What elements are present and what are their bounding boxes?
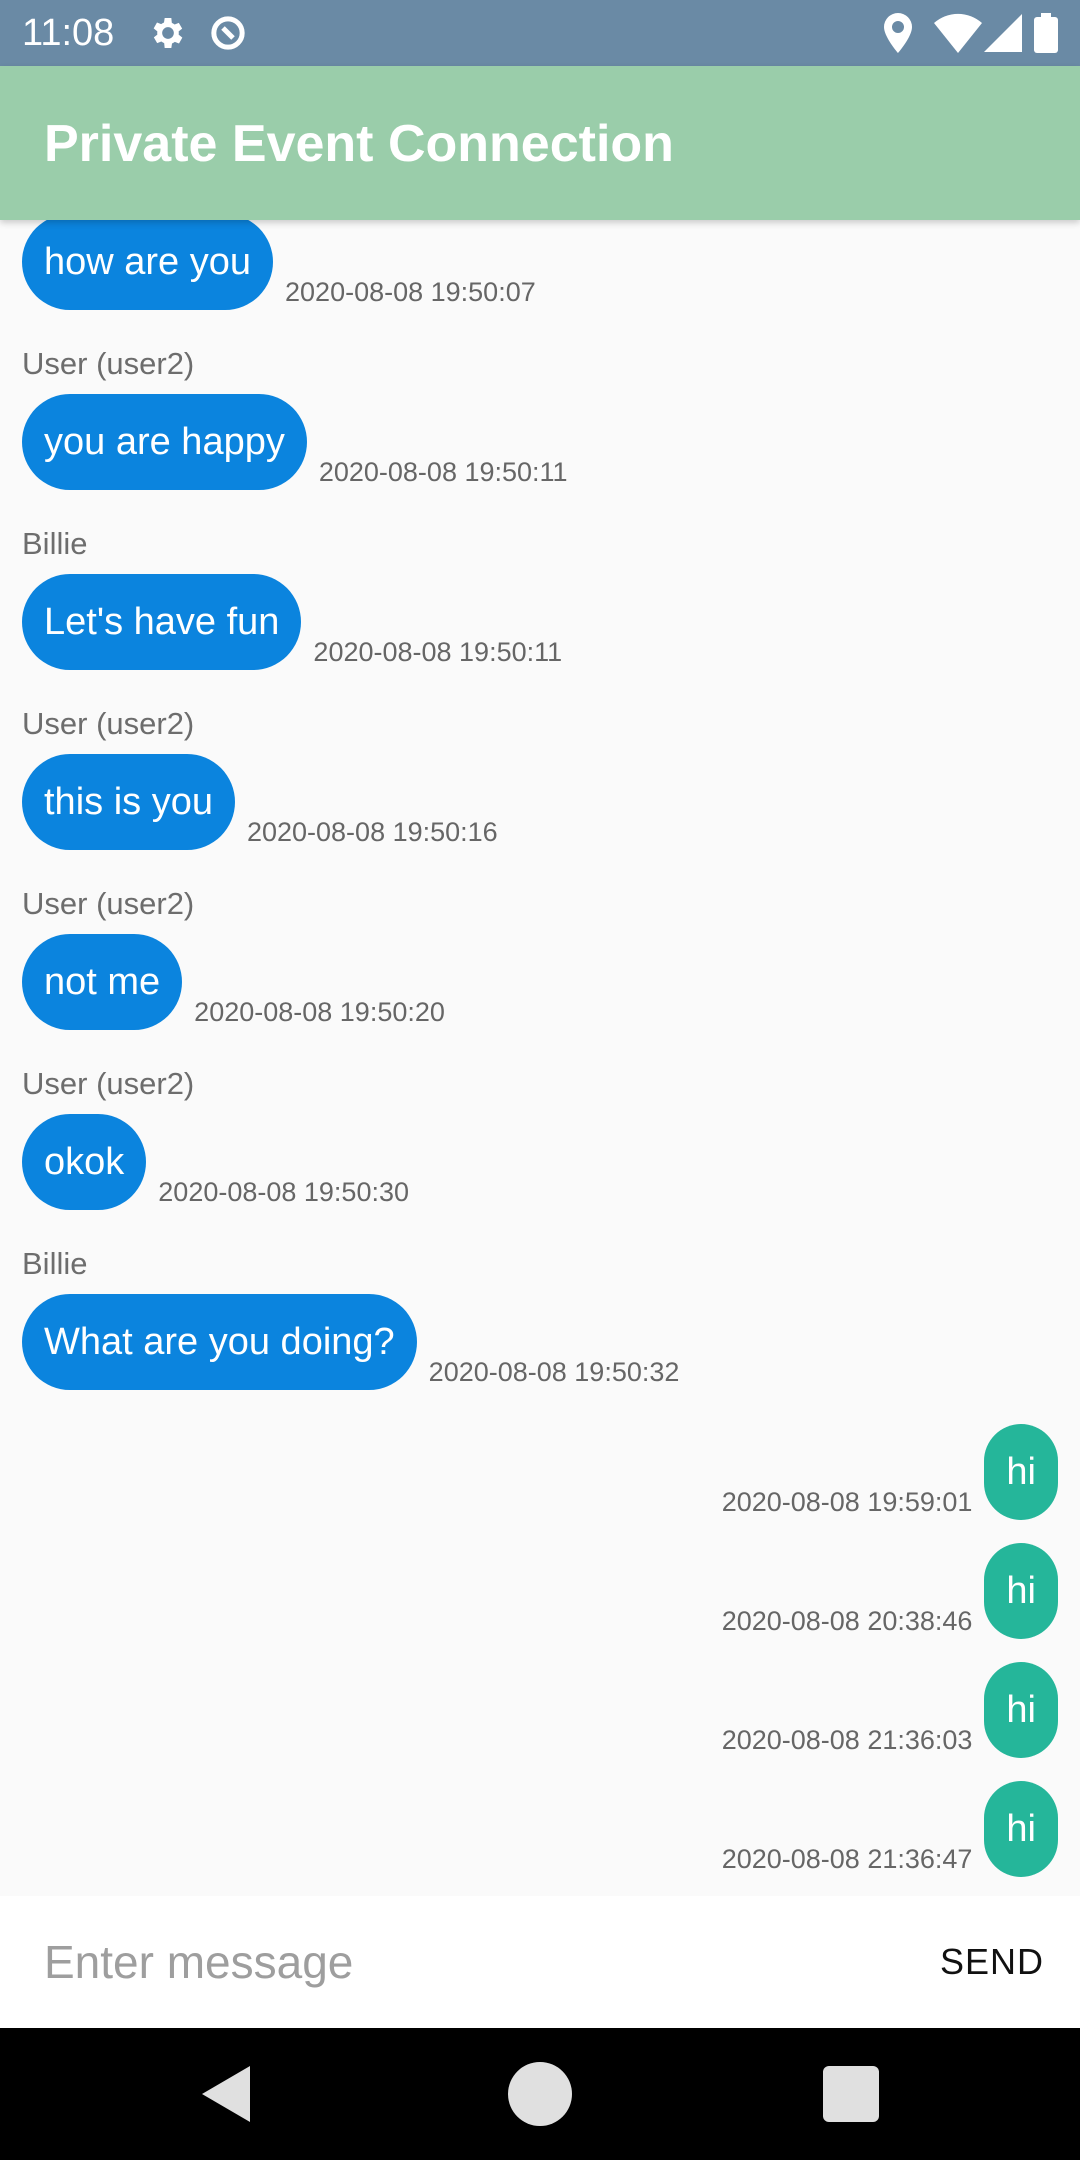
message-timestamp: 2020-08-08 20:38:46: [721, 1606, 973, 1636]
sender-name: User (user2): [22, 346, 195, 381]
recents-icon[interactable]: [815, 2058, 887, 2130]
message-bubble[interactable]: hi: [984, 1543, 1058, 1639]
incoming-message: User (user2) not me 2020-08-08 19:50:20: [0, 884, 1080, 1030]
sender-name: Billie: [22, 526, 88, 561]
message-timestamp: 2020-08-08 19:50:32: [428, 1357, 680, 1387]
incoming-message: how are you 2020-08-08 19:50:07: [0, 220, 1080, 310]
message-timestamp: 2020-08-08 19:50:30: [158, 1177, 409, 1207]
message-timestamp: 2020-08-08 21:36:03: [721, 1725, 973, 1755]
sender-name: User (user2): [22, 886, 195, 921]
status-bar: 11:08: [0, 0, 1080, 66]
page-title: Private Event Connection: [44, 115, 674, 173]
back-icon[interactable]: [190, 2058, 262, 2130]
sender-name: Billie: [22, 1246, 88, 1281]
sender-name: User (user2): [22, 706, 195, 741]
system-nav-bar: [0, 2028, 1080, 2160]
message-timestamp: 2020-08-08 19:50:07: [285, 277, 536, 307]
incoming-message: User (user2) you are happy 2020-08-08 19…: [0, 344, 1080, 490]
location-icon: [884, 13, 912, 53]
message-timestamp: 2020-08-08 19:50:16: [246, 817, 498, 847]
message-input[interactable]: [44, 1926, 864, 1998]
message-bubble[interactable]: hi: [984, 1424, 1058, 1520]
battery-icon: [1034, 13, 1058, 53]
message-bubble[interactable]: hi: [984, 1781, 1058, 1877]
gear-icon: [153, 18, 183, 48]
incoming-message: User (user2) okok 2020-08-08 19:50:30: [0, 1064, 1080, 1210]
message-bubble[interactable]: Let's have fun: [22, 574, 302, 670]
message-bubble[interactable]: okok: [22, 1114, 147, 1210]
incoming-message: Billie Let's have fun 2020-08-08 19:50:1…: [0, 524, 1080, 670]
message-timestamp: 2020-08-08 19:50:20: [194, 997, 445, 1027]
message-bubble[interactable]: how are you: [22, 220, 274, 310]
data-saver-icon: [211, 16, 245, 50]
outgoing-message: 2020-08-08 19:59:01 hi: [0, 1424, 1080, 1520]
message-bubble[interactable]: this is you: [22, 754, 235, 850]
chat-message-list[interactable]: how are you 2020-08-08 19:50:07 User (us…: [0, 220, 1080, 1896]
outgoing-message: 2020-08-08 20:38:46 hi: [0, 1543, 1080, 1639]
message-composer: SEND: [0, 1896, 1080, 2028]
home-icon[interactable]: [504, 2058, 576, 2130]
message-bubble[interactable]: you are happy: [22, 394, 307, 490]
incoming-message: User (user2) this is you 2020-08-08 19:5…: [0, 704, 1080, 850]
sender-name: User (user2): [22, 1066, 195, 1101]
app-bar: Private Event Connection: [0, 66, 1080, 220]
message-bubble[interactable]: not me: [22, 934, 183, 1030]
outgoing-message: 2020-08-08 21:36:47 hi: [0, 1781, 1080, 1877]
message-bubble[interactable]: What are you doing?: [22, 1294, 417, 1390]
send-button[interactable]: SEND: [940, 1930, 1044, 1994]
incoming-message: Billie What are you doing? 2020-08-08 19…: [0, 1244, 1080, 1390]
signal-icon: [984, 14, 1022, 52]
message-timestamp: 2020-08-08 19:50:11: [313, 637, 563, 667]
message-bubble[interactable]: hi: [984, 1662, 1058, 1758]
outgoing-message: 2020-08-08 21:36:03 hi: [0, 1662, 1080, 1758]
message-timestamp: 2020-08-08 19:50:11: [318, 457, 568, 487]
message-timestamp: 2020-08-08 21:36:47: [721, 1844, 973, 1874]
message-timestamp: 2020-08-08 19:59:01: [721, 1487, 973, 1517]
wifi-icon: [934, 13, 982, 53]
status-time: 11:08: [22, 12, 115, 54]
